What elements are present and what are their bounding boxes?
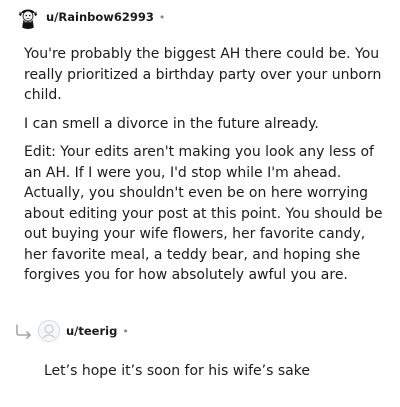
- comment-paragraph: Edit: Your edits aren't making you look …: [24, 144, 383, 283]
- comment-paragraph: You're probably the biggest AH there cou…: [24, 46, 382, 103]
- reply-text: Let’s hope it’s soon for his wife’s sake: [44, 363, 310, 379]
- default-avatar-icon[interactable]: [38, 320, 60, 342]
- reply-header: u/teerig •: [14, 318, 129, 344]
- comment-paragraph: I can smell a divorce in the future alre…: [24, 115, 319, 132]
- separator-dot: •: [158, 10, 166, 24]
- avatar-icon[interactable]: [16, 5, 40, 29]
- comment-username[interactable]: u/Rainbow62993: [46, 10, 154, 24]
- comment-body: You're probably the biggest AH there cou…: [24, 44, 384, 294]
- reply-arrow-icon: [16, 324, 31, 339]
- separator-dot: •: [122, 324, 129, 338]
- comment-header: u/Rainbow62993 •: [16, 4, 165, 30]
- reply-username[interactable]: u/teerig: [66, 324, 117, 338]
